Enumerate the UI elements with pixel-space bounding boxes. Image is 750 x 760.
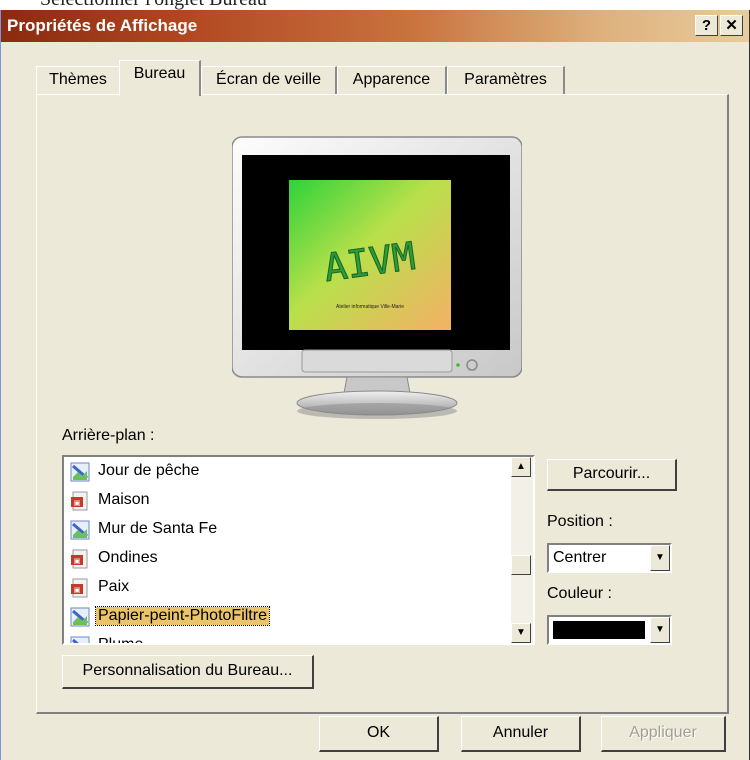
list-item-label: Plume: [98, 636, 144, 645]
list-item[interactable]: ▣ Paix: [70, 575, 500, 602]
bureau-panel: AIVM Atelier informatique Ville-Marie Ar…: [36, 94, 729, 714]
list-item[interactable]: Jour de pêche: [70, 459, 500, 486]
ok-button-label: OK: [366, 724, 391, 741]
scroll-down-button[interactable]: ▼: [511, 623, 531, 643]
chevron-down-icon[interactable]: ▼: [650, 617, 670, 643]
wallpaper-subtitle: Atelier informatique Ville-Marie: [336, 304, 404, 310]
list-item[interactable]: ▣ Maison: [70, 488, 500, 515]
list-item-label: Jour de pêche: [98, 462, 200, 479]
list-item-label: Ondines: [98, 549, 158, 566]
background-list[interactable]: Jour de pêche ▣ Maison Mur de Santa Fe ▣ Ondi…: [62, 455, 535, 645]
tab-screensaver[interactable]: Écran de veille: [201, 66, 337, 94]
tab-themes[interactable]: Thèmes: [36, 66, 121, 94]
document-icon: ▣: [70, 549, 90, 569]
position-select[interactable]: Centrer ▼: [547, 543, 672, 573]
image-icon: [70, 520, 90, 540]
browse-button[interactable]: Parcourir...: [547, 459, 677, 491]
position-label: Position :: [547, 513, 613, 530]
help-button[interactable]: ?: [695, 15, 718, 36]
tab-bureau[interactable]: Bureau: [119, 60, 201, 96]
cancel-button-label: Annuler: [492, 724, 549, 741]
list-item[interactable]: Plume: [70, 633, 500, 645]
apply-button-label: Appliquer: [629, 724, 697, 741]
background-label: Arrière-plan :: [62, 427, 155, 444]
list-item[interactable]: Papier-peint-PhotoFiltre: [70, 604, 500, 631]
image-icon: [70, 607, 90, 627]
list-item-label: Paix: [98, 578, 130, 595]
display-properties-dialog: Propriétés de Affichage ? ✕ Thèmes Burea…: [0, 10, 750, 760]
svg-text:▣: ▣: [74, 587, 81, 594]
scroll-up-button[interactable]: ▲: [511, 457, 531, 477]
document-icon: ▣: [70, 578, 90, 598]
tab-settings[interactable]: Paramètres: [447, 66, 565, 94]
customize-desktop-label: Personnalisation du Bureau...: [82, 662, 293, 679]
caption-text: Sélectionner l'onglet Bureau: [0, 0, 750, 10]
list-scrollbar[interactable]: ▲ ▼: [511, 457, 533, 643]
title-bar: Propriétés de Affichage ? ✕: [1, 10, 749, 42]
position-value: Centrer: [553, 549, 607, 566]
color-swatch: [553, 621, 645, 639]
svg-text:▣: ▣: [74, 558, 81, 565]
cancel-button[interactable]: Annuler: [461, 716, 581, 752]
list-item-label: Mur de Santa Fe: [98, 520, 218, 537]
document-icon: ▣: [70, 491, 90, 511]
ok-button[interactable]: OK: [319, 716, 439, 752]
customize-desktop-button[interactable]: Personnalisation du Bureau...: [62, 655, 314, 689]
list-item[interactable]: Mur de Santa Fe: [70, 517, 500, 544]
close-button[interactable]: ✕: [720, 15, 743, 36]
image-icon: [70, 462, 90, 482]
apply-button[interactable]: Appliquer: [601, 716, 726, 752]
image-icon: [70, 636, 90, 643]
window-title: Propriétés de Affichage: [7, 16, 198, 35]
browse-button-label: Parcourir...: [572, 465, 651, 482]
tab-appearance[interactable]: Apparence: [337, 66, 447, 94]
scroll-thumb[interactable]: [511, 555, 531, 575]
svg-text:▣: ▣: [74, 500, 81, 507]
color-label: Couleur :: [547, 585, 612, 602]
chevron-down-icon[interactable]: ▼: [650, 545, 670, 571]
list-item-label: Papier-peint-PhotoFiltre: [95, 606, 270, 626]
color-picker[interactable]: ▼: [547, 615, 672, 645]
list-item[interactable]: ▣ Ondines: [70, 546, 500, 573]
list-item-label: Maison: [98, 491, 150, 508]
monitor-preview: AIVM Atelier informatique Ville-Marie: [232, 136, 522, 419]
